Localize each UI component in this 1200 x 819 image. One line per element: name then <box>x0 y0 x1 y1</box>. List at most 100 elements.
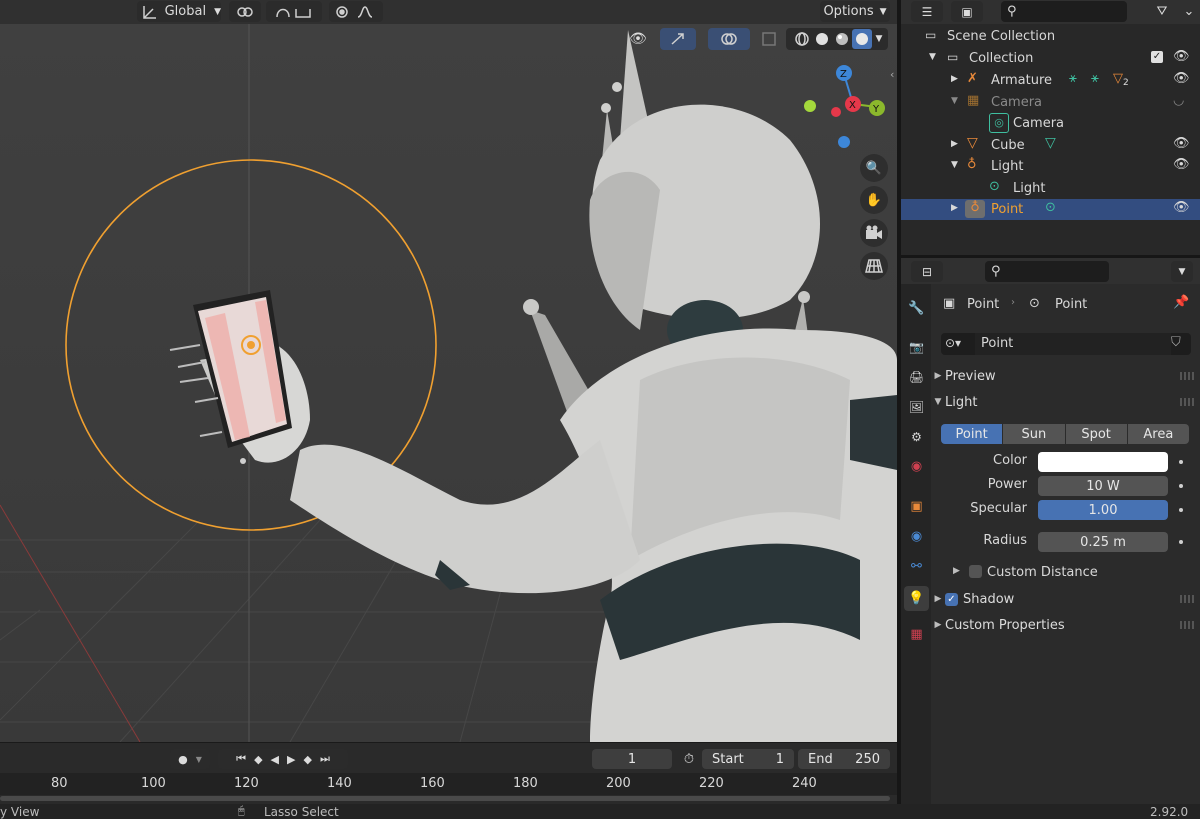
pin-icon[interactable]: 📌 <box>1173 295 1189 310</box>
current-frame-field[interactable]: 1 <box>592 749 672 769</box>
outliner-row-light[interactable]: ▼ ♁ Light 👁 <box>901 156 1200 177</box>
pivot-point-dropdown[interactable] <box>229 1 261 22</box>
jump-end-icon[interactable]: ⏭ <box>320 752 330 766</box>
expand-triangle-icon[interactable]: ▶ <box>951 203 958 213</box>
outliner-search-input[interactable]: ⚲ <box>1001 1 1127 22</box>
outliner-row-armature[interactable]: ▶ ✗ Armature ⚹ ⚹ ▽ 2 👁 <box>901 70 1200 91</box>
drag-grip-icon[interactable] <box>1180 621 1194 629</box>
custom-distance-subpanel-header[interactable]: ▶ Custom Distance <box>953 563 1193 583</box>
camera-view-button[interactable] <box>860 219 888 247</box>
frame-ruler[interactable]: 80 100 120 140 160 180 200 220 240 <box>0 773 897 795</box>
tab-light-data[interactable]: 💡 <box>904 586 929 611</box>
properties-options-dropdown[interactable]: ▼ <box>1171 261 1193 282</box>
light-type-point[interactable]: Point <box>941 424 1003 444</box>
funnel-filter-button[interactable]: ⛛ <box>1145 1 1179 22</box>
exclude-checkbox[interactable]: ✓ <box>1151 51 1163 63</box>
panel-custom-properties-header[interactable]: ▶ Custom Properties <box>931 613 1200 637</box>
wireframe-shading-icon[interactable] <box>792 29 812 49</box>
eye-icon[interactable]: 👁 <box>1173 200 1190 215</box>
expand-triangle-icon[interactable]: ▼ <box>951 160 958 170</box>
end-frame-field[interactable]: End 250 <box>798 749 890 769</box>
tab-tool[interactable]: 🔧 <box>904 296 929 321</box>
start-frame-field[interactable]: Start 1 <box>702 749 794 769</box>
more-options-icon[interactable]: ⌄ <box>1181 1 1197 22</box>
specular-slider[interactable]: 1.00 <box>1038 500 1168 520</box>
rendered-shading-icon[interactable] <box>851 29 872 49</box>
viewport-scene[interactable] <box>0 0 897 742</box>
eye-closed-icon[interactable]: ◡ <box>1173 93 1184 108</box>
drag-grip-icon[interactable] <box>1180 398 1194 406</box>
panel-preview-header[interactable]: ▶ Preview <box>931 364 1200 388</box>
outliner-row-light-data[interactable]: ⊙ Light <box>901 178 1200 199</box>
datablock-name-input[interactable]: Point <box>975 333 1171 355</box>
outliner-row-camera[interactable]: ▼ ▦ Camera ◡ <box>901 92 1200 113</box>
eye-icon[interactable]: 👁 <box>1173 71 1190 86</box>
expand-triangle-icon[interactable]: ▶ <box>951 139 958 149</box>
next-keyframe-icon[interactable]: ◆ <box>303 753 311 766</box>
custom-distance-checkbox[interactable] <box>969 565 982 578</box>
keyframe-dot-icon[interactable] <box>1179 460 1183 464</box>
expand-triangle-icon[interactable]: ▶ <box>951 74 958 84</box>
stopwatch-icon[interactable]: ⏱ <box>678 749 700 769</box>
outliner-row-collection[interactable]: ▼ ▭ Collection ✓ 👁 <box>901 48 1200 69</box>
area-separator[interactable] <box>901 255 1200 258</box>
editor-type-dropdown[interactable]: ⊟ <box>911 261 943 282</box>
eye-icon[interactable]: 👁 <box>1173 157 1190 172</box>
solid-shading-icon[interactable] <box>812 29 832 49</box>
light-type-area[interactable]: Area <box>1127 424 1189 444</box>
radius-field[interactable]: 0.25 m <box>1038 532 1168 552</box>
shading-mode-group[interactable]: ▼ <box>786 28 888 50</box>
keyframe-dot-icon[interactable] <box>1179 484 1183 488</box>
tab-world[interactable]: ◉ <box>904 454 929 479</box>
gizmo-toggle[interactable] <box>660 28 696 50</box>
outliner[interactable]: ☰ ▣ ⚲ ⛛ ⌄ ▭ Scene Collection ▼ ▭ Collect… <box>901 0 1200 255</box>
properties-editor[interactable]: ⊟ ⚲ ▼ 🔧 📷 🖨 🖼 ⚙ ◉ ▣ ◉ ⚯ 💡 ▦ ▣ Point › ⊙ … <box>901 258 1200 804</box>
color-swatch[interactable] <box>1038 452 1168 472</box>
3d-viewport[interactable]: Global ▼ Options ▼ 👁 ▼ ‹ Z Y X 🔍 ✋ <box>0 0 897 742</box>
expand-triangle-icon[interactable]: ▼ <box>929 52 936 62</box>
display-mode-dropdown[interactable]: ☰ <box>911 1 943 22</box>
outliner-row-cube[interactable]: ▶ ▽ Cube ▽ 👁 <box>901 135 1200 156</box>
timeline-scrollbar[interactable] <box>0 796 890 801</box>
tab-output[interactable]: 🖨 <box>904 364 929 389</box>
keying-record-button[interactable]: ● ▼ <box>170 749 210 769</box>
tab-texture[interactable]: ▦ <box>904 622 929 647</box>
panel-shadow-header[interactable]: ▶ ✓ Shadow <box>931 587 1200 611</box>
pan-button[interactable]: ✋ <box>860 186 888 214</box>
properties-search-input[interactable]: ⚲ <box>985 261 1109 282</box>
xray-toggle[interactable] <box>758 28 780 50</box>
area-separator[interactable] <box>897 0 901 804</box>
expand-triangle-icon[interactable]: ▼ <box>951 96 958 106</box>
drag-grip-icon[interactable] <box>1180 595 1194 603</box>
overlays-toggle[interactable] <box>708 28 750 50</box>
eye-icon[interactable]: 👁 <box>1173 49 1190 64</box>
zoom-button[interactable]: 🔍 <box>860 154 888 182</box>
light-type-selector[interactable]: Point Sun Spot Area <box>941 424 1189 444</box>
shadow-checkbox[interactable]: ✓ <box>945 592 958 606</box>
outliner-row-point[interactable]: ▶ ♁ Point ⊙ 👁 <box>901 199 1200 220</box>
outliner-row-scene-collection[interactable]: ▭ Scene Collection <box>901 26 1200 47</box>
keyframe-dot-icon[interactable] <box>1179 540 1183 544</box>
material-shading-icon[interactable] <box>832 29 852 49</box>
panel-light-header[interactable]: ▼ Light <box>931 390 1200 414</box>
keyframe-dot-icon[interactable] <box>1179 508 1183 512</box>
tab-render[interactable]: 📷 <box>904 334 929 359</box>
tab-scene[interactable]: ⚙ <box>904 424 929 449</box>
navigation-gizmo[interactable]: Z Y X <box>800 62 890 154</box>
light-data-icon[interactable]: ⊙▾ <box>945 336 961 350</box>
timeline[interactable]: ● ▼ ⏮ ◆ ◀ ▶ ◆ ⏭ 1 ⏱ Start 1 End 250 80 10… <box>0 742 897 804</box>
tab-view-layer[interactable]: 🖼 <box>904 394 929 419</box>
prev-keyframe-icon[interactable]: ◆ <box>254 753 262 766</box>
fake-user-shield-icon[interactable]: ⛉ <box>1171 335 1181 350</box>
play-icon[interactable]: ▶ <box>287 753 295 766</box>
datablock-selector[interactable]: ⊙▾ Point ⛉ <box>941 333 1191 355</box>
tab-physics[interactable]: ◉ <box>904 524 929 549</box>
sidebar-toggle-icon[interactable]: ‹ <box>890 68 894 81</box>
light-type-sun[interactable]: Sun <box>1003 424 1065 444</box>
playback-controls[interactable]: ⏮ ◆ ◀ ▶ ◆ ⏭ <box>218 749 348 769</box>
perspective-toggle-button[interactable] <box>860 252 888 280</box>
selectability-visibility-dropdown[interactable]: 👁 <box>620 28 656 50</box>
light-type-spot[interactable]: Spot <box>1065 424 1127 444</box>
filter-dropdown[interactable]: ▣ <box>951 1 983 22</box>
snap-dropdown[interactable] <box>266 1 322 22</box>
